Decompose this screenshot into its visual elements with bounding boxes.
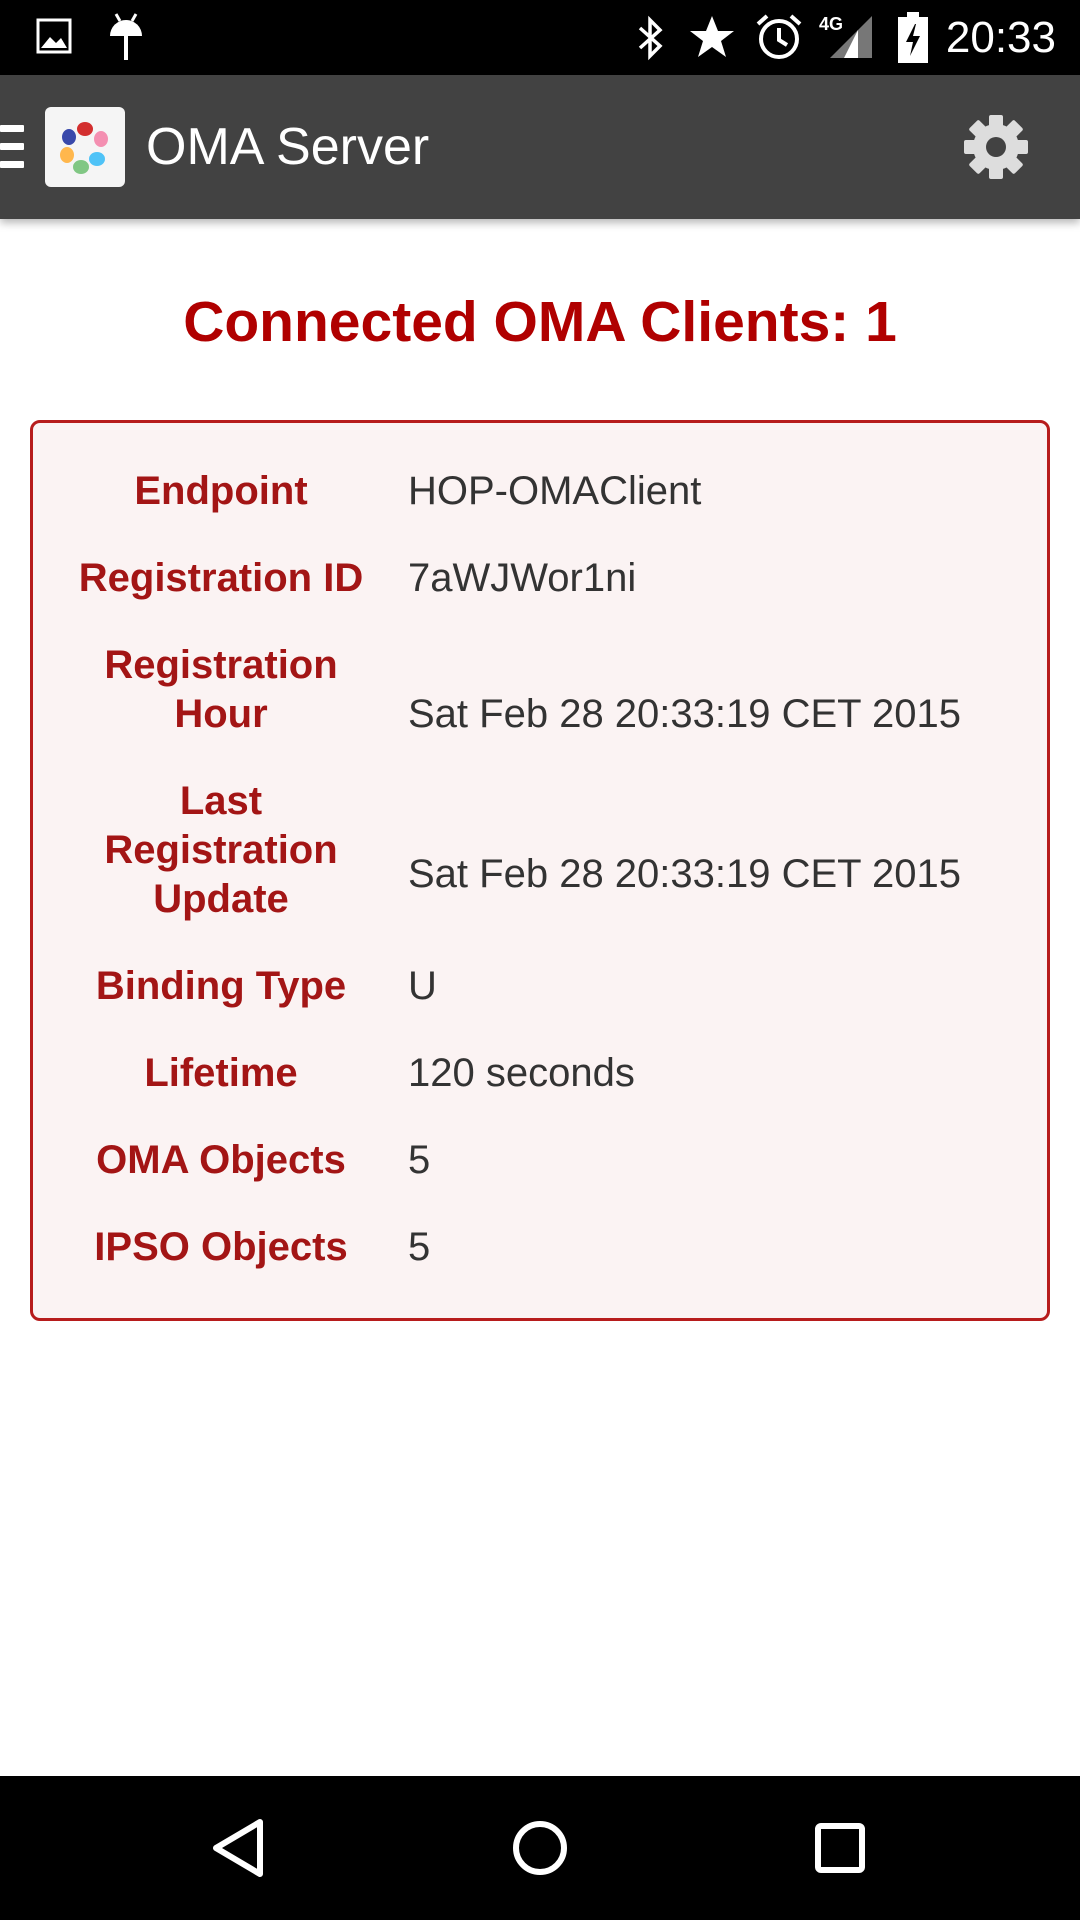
signal-4g-icon: 4G: [819, 14, 872, 58]
image-notification-icon: [36, 18, 72, 54]
endpoint-label: Endpoint: [134, 469, 308, 513]
settings-button[interactable]: [960, 111, 1032, 183]
oma-objects-label: OMA Objects: [96, 1138, 346, 1182]
star-icon: [690, 16, 734, 57]
alarm-icon: [756, 14, 802, 59]
ipso-objects-value: 5: [408, 1225, 431, 1269]
connected-clients-heading: Connected OMA Clients: 1: [183, 290, 897, 354]
back-button[interactable]: [190, 1798, 290, 1898]
gear-icon: [964, 115, 1028, 179]
binding-type-label: Binding Type: [95, 964, 347, 1008]
battery-charging-icon: [898, 12, 928, 63]
lifetime-label: Lifetime: [144, 1051, 298, 1095]
registration-hour-label: Registration Hour: [104, 643, 338, 736]
back-icon: [213, 1819, 263, 1877]
recents-icon: [815, 1823, 865, 1873]
app-logo-icon: [60, 122, 108, 174]
recents-button[interactable]: [790, 1798, 890, 1898]
last-registration-update-value: Sat Feb 28 20:33:19 CET 2015: [408, 852, 961, 896]
bluetooth-icon: [638, 15, 663, 61]
oma-objects-value: 5: [408, 1138, 431, 1182]
endpoint-value: HOP-OMAClient: [408, 469, 702, 513]
action-bar: OMA Server: [0, 75, 1080, 219]
lifetime-value: 120 seconds: [408, 1051, 635, 1095]
android-notification-icon: [110, 13, 142, 60]
home-button[interactable]: [490, 1798, 590, 1898]
binding-type-value: U: [408, 964, 437, 1008]
app-title: OMA Server: [146, 118, 430, 176]
last-registration-update-label: Last Registration Update: [104, 779, 338, 921]
registration-hour-value: Sat Feb 28 20:33:19 CET 2015: [408, 692, 961, 736]
client-info-card[interactable]: Endpoint HOP-OMAClient Registration ID 7…: [30, 420, 1050, 1321]
drawer-menu-icon[interactable]: [0, 125, 24, 169]
status-bar: 4G 20:33: [0, 0, 1080, 75]
registration-id-value: 7aWJWor1ni: [408, 556, 637, 600]
registration-id-label: Registration ID: [78, 556, 364, 600]
svg-text:4G: 4G: [819, 14, 843, 34]
status-time: 20:33: [945, 13, 1056, 62]
navigation-bar: [0, 1776, 1080, 1920]
home-icon: [513, 1821, 567, 1875]
app-logo[interactable]: [45, 107, 125, 187]
ipso-objects-label: IPSO Objects: [94, 1225, 348, 1269]
